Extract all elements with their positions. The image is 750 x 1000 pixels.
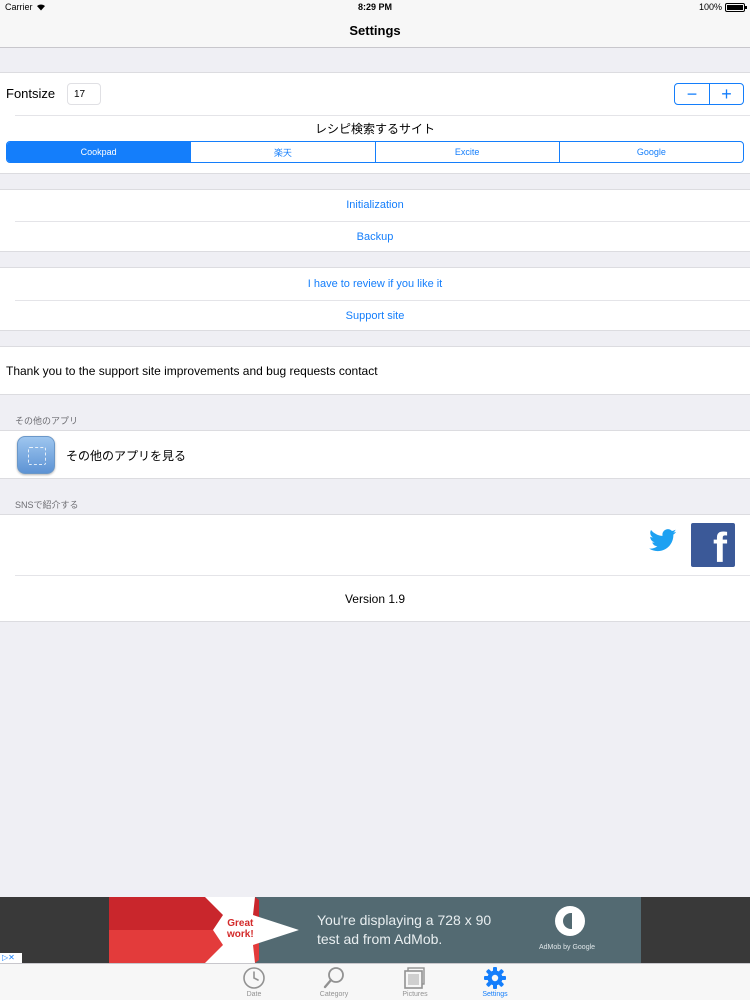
tab-label: Settings: [482, 991, 508, 998]
ad-badge-text: Great work!: [227, 918, 254, 940]
segment-google[interactable]: Google: [558, 142, 743, 162]
initialization-button[interactable]: Initialization: [0, 190, 750, 221]
battery-percent: 100%: [698, 2, 722, 12]
clock-icon: [243, 967, 265, 989]
recipe-site-title: レシピ検索するサイト: [314, 122, 435, 136]
magnifier-icon: [323, 967, 344, 989]
segment-rakuten[interactable]: 楽天: [190, 142, 374, 162]
battery-indicator: 100%: [698, 2, 747, 12]
sns-header: SNSで紹介する: [15, 500, 79, 510]
status-time: 8:29 PM: [357, 2, 392, 12]
page-title: Settings: [349, 23, 401, 38]
thanks-group: Thank you to the support site improvemen…: [0, 346, 750, 395]
backup-button[interactable]: Backup: [0, 222, 750, 253]
sns-group: f Version 1.9: [0, 514, 750, 622]
battery-icon: [725, 2, 747, 12]
support-site-button[interactable]: Support site: [0, 301, 750, 332]
review-button[interactable]: I have to review if you like it: [0, 269, 750, 300]
tab-label: Category: [319, 991, 349, 998]
tab-pictures[interactable]: Pictures: [385, 966, 445, 998]
segment-cookpad[interactable]: Cookpad: [7, 142, 191, 162]
decrement-button[interactable]: −: [675, 84, 709, 104]
status-bar: Carrier 8:29 PM 100%: [0, 0, 750, 16]
other-apps-label: その他のアプリを見る: [66, 449, 187, 463]
support-actions-group: I have to review if you like it Support …: [0, 267, 750, 331]
other-apps-header: その他のアプリ: [15, 416, 79, 426]
tab-label: Date: [246, 991, 262, 998]
font-settings-group: Fontsize 17 − + レシピ検索するサイト Cookpad 楽天 Ex…: [0, 72, 750, 174]
twitter-icon[interactable]: [649, 529, 677, 552]
fontsize-label: Fontsize: [6, 86, 56, 101]
thanks-text: Thank you to the support site improvemen…: [6, 364, 378, 378]
tab-date[interactable]: Date: [224, 966, 284, 998]
navigation-bar: Settings: [0, 16, 750, 48]
facebook-icon[interactable]: f: [691, 523, 735, 567]
ad-banner[interactable]: Great work! You're displaying a 728 x 90…: [0, 897, 750, 963]
admob-logo-icon: [555, 906, 585, 936]
ad-creative[interactable]: Great work! You're displaying a 728 x 90…: [109, 897, 641, 963]
tab-bar: Date Category Pictures Settings: [0, 963, 750, 1000]
tab-category[interactable]: Category: [304, 966, 364, 998]
gear-icon: [484, 967, 506, 989]
data-actions-group: Initialization Backup: [0, 189, 750, 252]
ad-choices-icon[interactable]: ▷✕: [0, 953, 22, 963]
fontsize-stepper: − +: [674, 83, 744, 105]
increment-button[interactable]: +: [709, 84, 743, 104]
recipe-site-segmented-control: Cookpad 楽天 Excite Google: [6, 141, 744, 163]
tab-label: Pictures: [402, 991, 428, 998]
pictures-icon: [404, 967, 425, 989]
ad-message: You're displaying a 728 x 90 test ad fro…: [317, 912, 492, 947]
other-apps-row[interactable]: その他のアプリを見る: [0, 430, 750, 479]
fontsize-field[interactable]: 17: [67, 83, 101, 105]
ad-brand: AdMob by Google: [539, 944, 596, 951]
version-label: Version 1.9: [344, 592, 406, 606]
tab-settings[interactable]: Settings: [465, 966, 525, 998]
segment-excite[interactable]: Excite: [374, 142, 559, 162]
app-icon: [17, 436, 55, 474]
